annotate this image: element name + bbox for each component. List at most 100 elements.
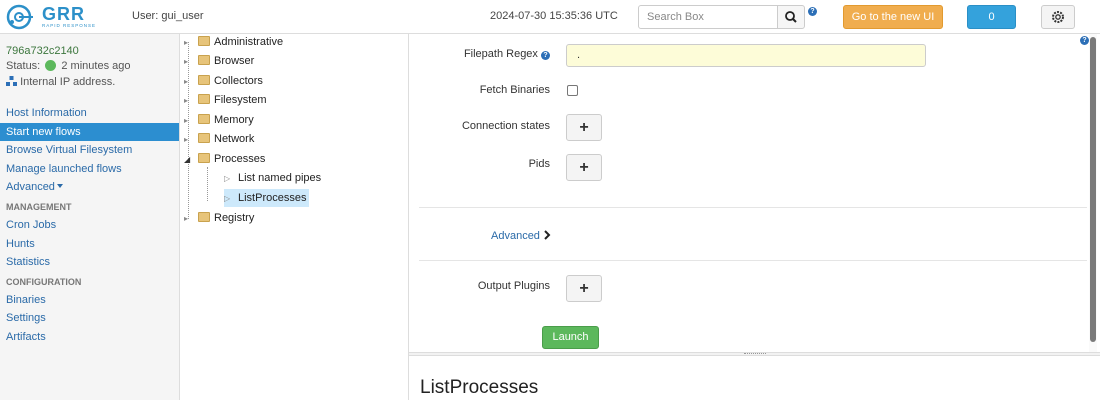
search-input[interactable] — [638, 5, 778, 29]
status-value: 2 minutes ago — [61, 60, 131, 72]
flow-tree: ▸ Administrative ▸ Browser ▸ Collectors ▸ Fi… — [180, 34, 408, 400]
grr-logo-icon — [6, 4, 33, 30]
logo-text: GRR — [42, 4, 85, 24]
configuration-heading: CONFIGURATION — [6, 277, 82, 287]
nav-host-information[interactable]: Host Information — [0, 104, 179, 122]
add-output-plugin-button[interactable]: + — [566, 275, 602, 302]
tree-node-network[interactable]: ▸ Network — [184, 130, 254, 148]
logo-subtitle: RAPID RESPONSE — [42, 23, 97, 28]
nav-statistics[interactable]: Statistics — [0, 253, 179, 271]
tree-node-label: Registry — [214, 212, 255, 224]
management-heading: MANAGEMENT — [6, 202, 72, 212]
folder-icon — [198, 55, 210, 65]
new-ui-button[interactable]: Go to the new UI — [843, 5, 943, 29]
notifications-button[interactable]: 0 — [967, 5, 1016, 29]
tree-node-memory[interactable]: ▸ Memory — [184, 111, 254, 129]
scrollbar-thumb[interactable] — [1090, 37, 1096, 342]
flow-form-panel: ? Filepath Regex ? . Fetch Binaries Conn… — [408, 34, 1100, 400]
status-ok-icon — [45, 60, 57, 71]
ip-text: Internal IP address. — [20, 76, 116, 88]
folder-icon — [198, 36, 210, 46]
tree-node-listprocesses[interactable]: ▷ ListProcesses — [224, 189, 310, 207]
nav-start-new-flows[interactable]: Start new flows — [0, 123, 179, 141]
launch-button[interactable]: Launch — [542, 326, 599, 349]
tree-node-label: Administrative — [214, 36, 284, 48]
folder-icon — [198, 133, 210, 143]
nav-advanced[interactable]: Advanced — [0, 178, 179, 196]
filepath-regex-label: Filepath Regex ? — [449, 48, 550, 60]
tree-node-label: Memory — [214, 114, 254, 126]
status-label: Status: — [6, 60, 41, 72]
fetch-binaries-checkbox[interactable] — [567, 85, 578, 96]
output-plugins-label: Output Plugins — [477, 280, 550, 292]
client-status: Status: 2 minutes ago — [6, 60, 130, 72]
expand-icon: ▸ — [184, 57, 189, 66]
tree-node-label: Filesystem — [214, 94, 267, 106]
nav-settings[interactable]: Settings — [0, 309, 179, 327]
filepath-regex-input[interactable]: . — [566, 44, 926, 67]
tree-node-processes[interactable]: ◢ Processes — [184, 150, 265, 168]
expand-icon: ▸ — [184, 96, 189, 105]
tree-node-list-named-pipes[interactable]: ▷ List named pipes — [224, 169, 321, 187]
tree-node-registry[interactable]: ▸ Registry — [184, 209, 254, 227]
caret-down-icon — [56, 184, 63, 188]
add-pid-button[interactable]: + — [566, 154, 602, 181]
folder-icon — [198, 114, 210, 124]
gear-icon — [1052, 11, 1064, 23]
nav-binaries[interactable]: Binaries — [0, 291, 179, 309]
search-button[interactable] — [777, 5, 805, 29]
expand-icon: ▸ — [184, 116, 189, 125]
network-icon — [6, 76, 17, 86]
pane-splitter[interactable] — [409, 352, 1100, 356]
tree-node-filesystem[interactable]: ▸ Filesystem — [184, 91, 267, 109]
help-icon[interactable]: ? — [541, 51, 550, 60]
advanced-label: Advanced — [491, 230, 540, 242]
fetch-binaries-label: Fetch Binaries — [479, 84, 550, 96]
left-navigation: 796a732c2140 Status: 2 minutes ago Inter… — [0, 34, 180, 400]
nav-manage-flows[interactable]: Manage launched flows — [0, 160, 179, 178]
grr-logo[interactable]: GRR RAPID RESPONSE — [6, 4, 96, 30]
settings-button[interactable] — [1041, 5, 1075, 29]
tree-node-label: ListProcesses — [238, 192, 307, 204]
nav-hunts[interactable]: Hunts — [0, 235, 179, 253]
tree-node-administrative[interactable]: ▸ Administrative — [184, 33, 283, 51]
divider — [419, 260, 1087, 261]
clock: 2024-07-30 15:35:36 UTC — [490, 10, 618, 22]
folder-icon — [198, 94, 210, 104]
filepath-regex-label-text: Filepath Regex — [463, 48, 538, 60]
tree-node-collectors[interactable]: ▸ Collectors — [184, 72, 263, 90]
expand-icon: ▸ — [184, 135, 189, 144]
folder-icon — [198, 212, 210, 222]
collapse-icon: ◢ — [184, 155, 191, 164]
add-connection-state-button[interactable]: + — [566, 114, 602, 141]
divider — [419, 207, 1087, 208]
connection-states-label: Connection states — [461, 120, 550, 132]
client-id[interactable]: 796a732c2140 — [6, 45, 79, 57]
leaf-icon: ▷ — [224, 174, 231, 183]
client-ip: Internal IP address. — [6, 76, 115, 88]
tree-node-label: Collectors — [214, 75, 263, 87]
tree-node-browser[interactable]: ▸ Browser — [184, 52, 254, 70]
tree-node-label: Processes — [214, 153, 266, 165]
advanced-toggle[interactable]: Advanced — [491, 230, 551, 242]
user-label: User: gui_user — [132, 10, 204, 22]
nav-cron-jobs[interactable]: Cron Jobs — [0, 216, 179, 234]
help-icon[interactable]: ? — [808, 7, 817, 16]
folder-icon — [198, 75, 210, 85]
splitter-grip-icon — [744, 353, 766, 355]
expand-icon: ▸ — [184, 214, 189, 223]
top-header: GRR RAPID RESPONSE User: gui_user 2024-0… — [0, 0, 1100, 34]
leaf-icon: ▷ — [224, 194, 231, 203]
folder-icon — [198, 153, 210, 163]
pids-label: Pids — [528, 158, 550, 170]
nav-artifacts[interactable]: Artifacts — [0, 328, 179, 346]
tree-node-label: Network — [214, 133, 255, 145]
tree-guide-line-nested — [207, 167, 208, 201]
nav-browse-vfs[interactable]: Browse Virtual Filesystem — [0, 141, 179, 159]
help-icon[interactable]: ? — [1080, 36, 1089, 45]
tree-node-label: Browser — [214, 55, 255, 67]
flow-description-title: ListProcesses — [420, 377, 539, 398]
tree-node-label: List named pipes — [238, 172, 322, 184]
search-icon — [785, 11, 797, 23]
chevron-right-icon — [544, 230, 551, 240]
